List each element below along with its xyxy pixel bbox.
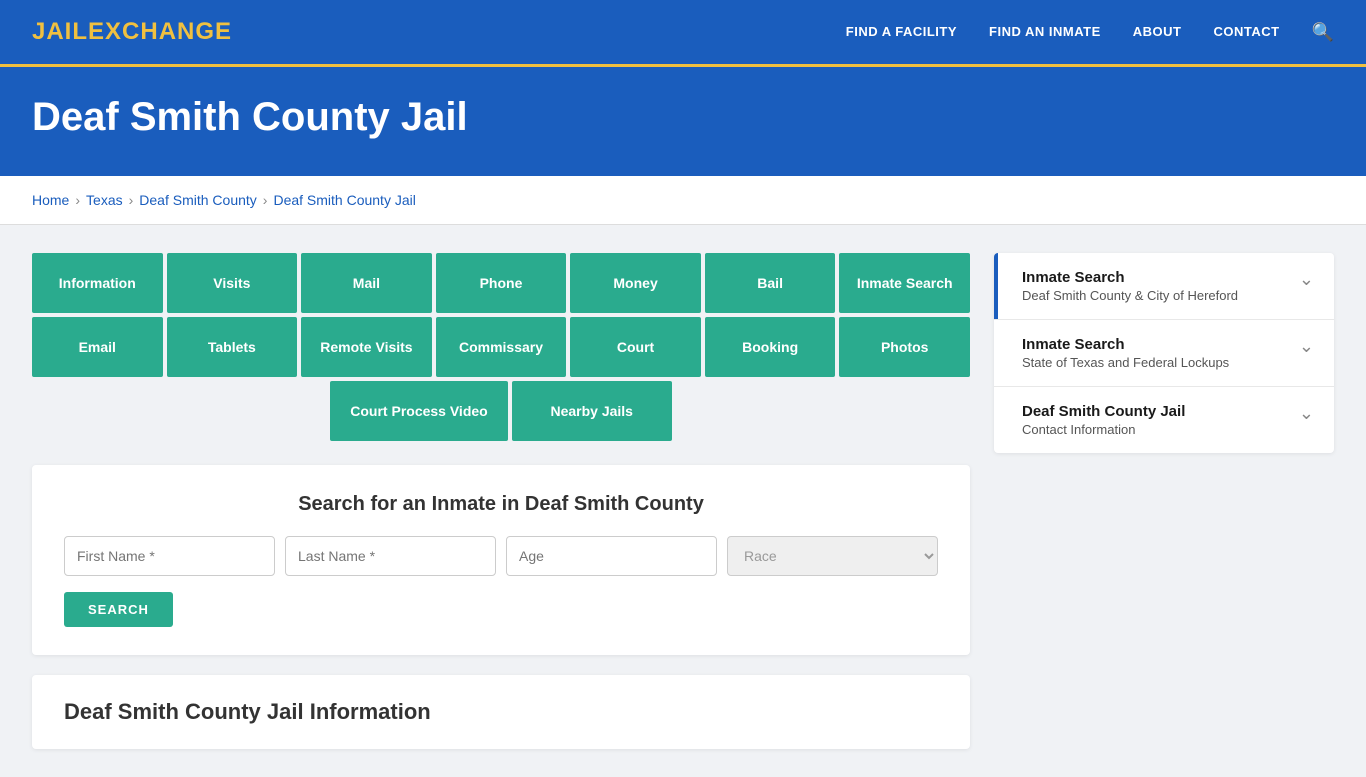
first-name-input[interactable] [64, 536, 275, 576]
btn-nearby-jails[interactable]: Nearby Jails [512, 381, 672, 441]
navbar: JAILEXCHANGE FIND A FACILITY FIND AN INM… [0, 0, 1366, 64]
btn-money[interactable]: Money [570, 253, 701, 313]
btn-court-process-video[interactable]: Court Process Video [330, 381, 507, 441]
breadcrumb-sep2: › [129, 192, 134, 208]
logo-part1: JAIL [32, 18, 88, 45]
breadcrumb-jail[interactable]: Deaf Smith County Jail [273, 192, 415, 208]
breadcrumb-home[interactable]: Home [32, 192, 69, 208]
nav-find-inmate[interactable]: FIND AN INMATE [989, 24, 1101, 39]
search-title: Search for an Inmate in Deaf Smith Count… [64, 493, 938, 516]
content-left: Information Visits Mail Phone Money Bail… [32, 253, 970, 749]
button-grid-row3: Court Process Video Nearby Jails [32, 381, 970, 441]
info-section: Deaf Smith County Jail Information [32, 675, 970, 749]
breadcrumb: Home › Texas › Deaf Smith County › Deaf … [0, 176, 1366, 225]
search-button[interactable]: SEARCH [64, 592, 173, 627]
logo-exchange-e: E [88, 18, 105, 45]
hero-section: Deaf Smith County Jail [0, 67, 1366, 176]
last-name-input[interactable] [285, 536, 496, 576]
nav-contact[interactable]: CONTACT [1213, 24, 1279, 39]
sidebar-title-0: Inmate Search [1022, 269, 1238, 286]
button-grid-row2: Email Tablets Remote Visits Commissary C… [32, 317, 970, 377]
btn-bail[interactable]: Bail [705, 253, 836, 313]
btn-visits[interactable]: Visits [167, 253, 298, 313]
btn-court[interactable]: Court [570, 317, 701, 377]
btn-tablets[interactable]: Tablets [167, 317, 298, 377]
page-title: Deaf Smith County Jail [32, 95, 1334, 140]
sidebar-card: Inmate Search Deaf Smith County & City o… [994, 253, 1334, 453]
nav-about[interactable]: ABOUT [1133, 24, 1182, 39]
nav-find-facility[interactable]: FIND A FACILITY [846, 24, 957, 39]
chevron-icon-1: ⌄ [1299, 336, 1314, 357]
btn-email[interactable]: Email [32, 317, 163, 377]
btn-photos[interactable]: Photos [839, 317, 970, 377]
sidebar-text-0: Inmate Search Deaf Smith County & City o… [1014, 269, 1238, 303]
info-title: Deaf Smith County Jail Information [64, 699, 938, 725]
sidebar: Inmate Search Deaf Smith County & City o… [994, 253, 1334, 453]
sidebar-item-2[interactable]: Deaf Smith County Jail Contact Informati… [994, 387, 1334, 453]
sidebar-subtitle-2: Contact Information [1022, 422, 1185, 437]
search-inputs: Race [64, 536, 938, 576]
sidebar-item-0[interactable]: Inmate Search Deaf Smith County & City o… [994, 253, 1334, 320]
nav-links: FIND A FACILITY FIND AN INMATE ABOUT CON… [846, 22, 1334, 43]
breadcrumb-sep3: › [263, 192, 268, 208]
main-wrapper: Information Visits Mail Phone Money Bail… [0, 225, 1366, 777]
breadcrumb-sep1: › [75, 192, 80, 208]
button-grid-row1: Information Visits Mail Phone Money Bail… [32, 253, 970, 313]
chevron-icon-2: ⌄ [1299, 403, 1314, 424]
breadcrumb-county[interactable]: Deaf Smith County [139, 192, 257, 208]
inmate-search-form: Search for an Inmate in Deaf Smith Count… [32, 465, 970, 655]
sidebar-accent-0 [994, 253, 998, 319]
age-input[interactable] [506, 536, 717, 576]
sidebar-text-1: Inmate Search State of Texas and Federal… [1014, 336, 1229, 370]
btn-commissary[interactable]: Commissary [436, 317, 567, 377]
btn-booking[interactable]: Booking [705, 317, 836, 377]
btn-remote-visits[interactable]: Remote Visits [301, 317, 432, 377]
sidebar-title-2: Deaf Smith County Jail [1022, 403, 1185, 420]
chevron-icon-0: ⌄ [1299, 269, 1314, 290]
sidebar-text-2: Deaf Smith County Jail Contact Informati… [1014, 403, 1185, 437]
btn-inmate-search[interactable]: Inmate Search [839, 253, 970, 313]
breadcrumb-texas[interactable]: Texas [86, 192, 123, 208]
sidebar-subtitle-0: Deaf Smith County & City of Hereford [1022, 288, 1238, 303]
race-select[interactable]: Race [727, 536, 938, 576]
sidebar-subtitle-1: State of Texas and Federal Lockups [1022, 355, 1229, 370]
logo-part3: XCHANGE [105, 18, 232, 45]
sidebar-title-1: Inmate Search [1022, 336, 1229, 353]
btn-phone[interactable]: Phone [436, 253, 567, 313]
logo[interactable]: JAILEXCHANGE [32, 18, 232, 46]
search-icon[interactable]: 🔍 [1312, 22, 1334, 42]
sidebar-item-1[interactable]: Inmate Search State of Texas and Federal… [994, 320, 1334, 387]
btn-information[interactable]: Information [32, 253, 163, 313]
btn-mail[interactable]: Mail [301, 253, 432, 313]
